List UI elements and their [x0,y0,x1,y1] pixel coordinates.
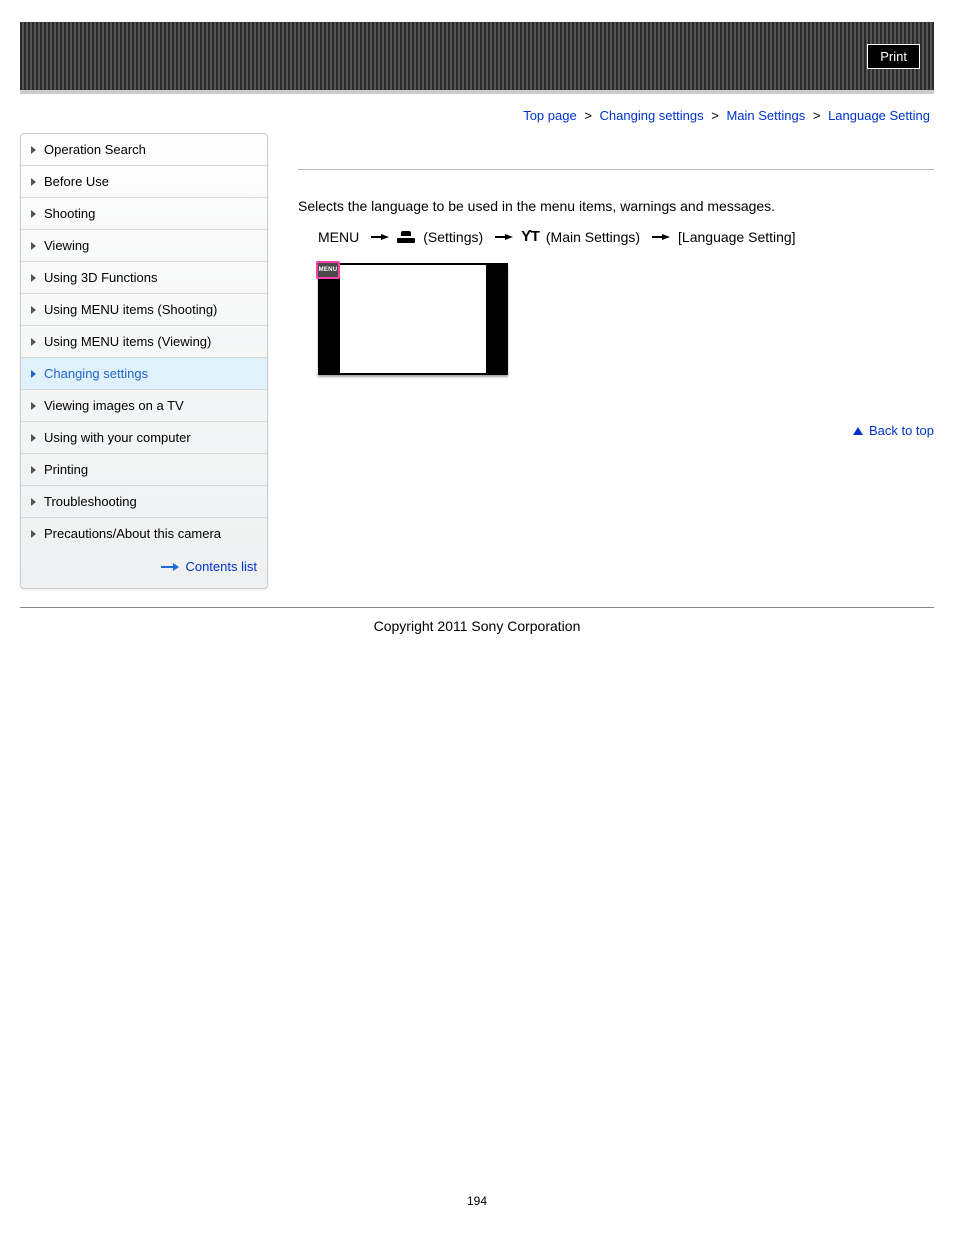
sidebar-item-operation-search[interactable]: Operation Search [21,134,267,166]
sidebar-item-label: Operation Search [44,142,146,157]
menu-badge-icon: MENU [316,261,340,279]
sidebar-item-3d-functions[interactable]: Using 3D Functions [21,262,267,294]
sidebar-item-before-use[interactable]: Before Use [21,166,267,198]
sidebar-item-label: Printing [44,462,88,477]
sidebar-item-label: Using with your computer [44,430,191,445]
path-start: MENU [318,229,359,245]
menu-path: MENU (Settings) ϒT (Main Settings) [Lang… [318,228,934,245]
sidebar-item-label: Using MENU items (Viewing) [44,334,211,349]
path-language-setting-label: [Language Setting] [678,229,796,245]
page-number: 194 [20,1194,934,1208]
chevron-right-icon [31,306,36,314]
contents-list-link[interactable]: Contents list [185,559,257,574]
breadcrumb-separator: > [711,108,719,123]
arrow-right-icon [161,563,179,571]
chevron-right-icon [31,370,36,378]
divider [298,169,934,170]
sidebar-item-precautions[interactable]: Precautions/About this camera [21,518,267,549]
sidebar-item-printing[interactable]: Printing [21,454,267,486]
sidebar-item-label: Using 3D Functions [44,270,157,285]
sidebar-item-label: Using MENU items (Shooting) [44,302,217,317]
sidebar-item-shooting[interactable]: Shooting [21,198,267,230]
footer-divider [20,607,934,608]
breadcrumb-top-page[interactable]: Top page [523,108,577,123]
main-content: Selects the language to be used in the m… [298,133,934,438]
back-to-top-link[interactable]: Back to top [869,423,934,438]
sidebar-item-viewing[interactable]: Viewing [21,230,267,262]
chevron-right-icon [31,338,36,346]
chevron-right-icon [31,402,36,410]
path-settings-label: (Settings) [423,229,483,245]
sidebar-item-label: Shooting [44,206,95,221]
breadcrumb-main-settings[interactable]: Main Settings [726,108,805,123]
sidebar-item-menu-viewing[interactable]: Using MENU items (Viewing) [21,326,267,358]
contents-list-link-wrap: Contents list [21,549,267,588]
arrow-right-icon [505,234,513,240]
back-to-top-wrap: Back to top [298,423,934,438]
chevron-right-icon [31,274,36,282]
breadcrumb-separator: > [813,108,821,123]
sidebar-item-label: Precautions/About this camera [44,526,221,541]
sidebar: Operation Search Before Use Shooting Vie… [20,133,268,589]
sidebar-item-menu-shooting[interactable]: Using MENU items (Shooting) [21,294,267,326]
arrow-right-icon [662,234,670,240]
sidebar-item-troubleshooting[interactable]: Troubleshooting [21,486,267,518]
breadcrumb-language-setting[interactable]: Language Setting [828,108,930,123]
path-main-settings-label: (Main Settings) [546,229,640,245]
breadcrumb: Top page > Changing settings > Main Sett… [20,108,930,123]
chevron-right-icon [31,466,36,474]
breadcrumb-separator: > [584,108,592,123]
sidebar-item-label: Troubleshooting [44,494,137,509]
chevron-right-icon [31,146,36,154]
settings-icon [397,230,415,244]
sidebar-item-viewing-tv[interactable]: Viewing images on a TV [21,390,267,422]
chevron-right-icon [31,530,36,538]
description-text: Selects the language to be used in the m… [298,198,934,214]
chevron-right-icon [31,242,36,250]
chevron-right-icon [31,178,36,186]
copyright-text: Copyright 2011 Sony Corporation [20,618,934,634]
sidebar-item-label: Changing settings [44,366,148,381]
sidebar-item-computer[interactable]: Using with your computer [21,422,267,454]
sidebar-item-label: Viewing images on a TV [44,398,184,413]
header-banner: Print [20,22,934,94]
arrow-right-icon [381,234,389,240]
chevron-right-icon [31,498,36,506]
chevron-right-icon [31,434,36,442]
main-settings-icon: ϒT [521,228,538,245]
triangle-up-icon [853,427,863,435]
chevron-right-icon [31,210,36,218]
sidebar-item-label: Viewing [44,238,89,253]
sidebar-item-changing-settings[interactable]: Changing settings [21,358,267,390]
sidebar-item-label: Before Use [44,174,109,189]
breadcrumb-changing-settings[interactable]: Changing settings [600,108,704,123]
print-button[interactable]: Print [867,44,920,69]
camera-screen-illustration: MENU [318,263,508,375]
